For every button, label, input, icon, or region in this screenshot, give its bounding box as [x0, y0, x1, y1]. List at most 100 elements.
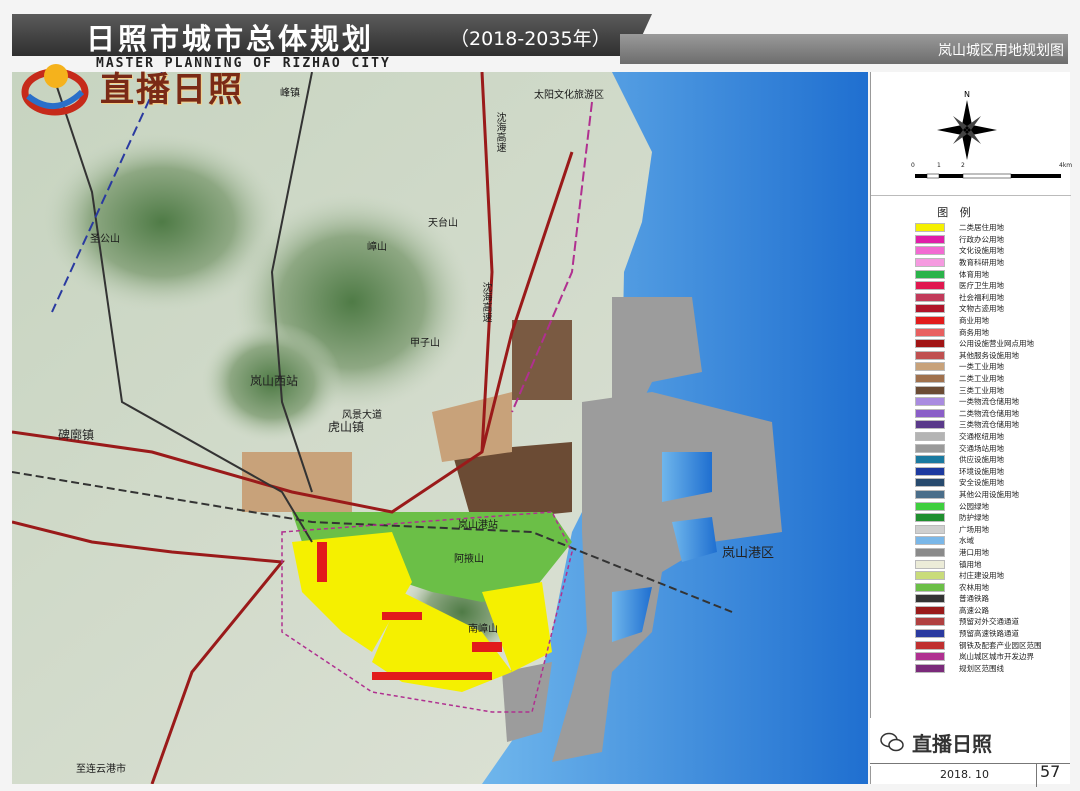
legend-item: 二类物流仓储用地: [915, 408, 1065, 420]
legend-swatch: [915, 281, 945, 291]
legend-label: 三类物流仓储用地: [959, 420, 1019, 430]
legend-swatch: [915, 246, 945, 256]
legend-swatch: [915, 663, 945, 673]
legend-swatch: [915, 559, 945, 569]
legend-label: 商务用地: [959, 327, 989, 337]
legend-label: 高速公路: [959, 605, 989, 615]
legend-label: 一类工业用地: [959, 362, 1004, 372]
label-lianyungang: 至连云港市: [76, 764, 126, 775]
legend-swatch: [915, 269, 945, 279]
legend-swatch: [915, 385, 945, 395]
legend-label: 交通枢纽用地: [959, 431, 1004, 441]
legend-label: 镇用地: [959, 559, 982, 569]
label-rong: 嶂山: [367, 242, 387, 253]
svg-text:N: N: [964, 90, 970, 99]
legend-item: 三类物流仓储用地: [915, 419, 1065, 431]
commercial-strip-coast: [372, 672, 492, 680]
label-afushan: 阿掖山: [454, 554, 484, 565]
legend-item: 农林用地: [915, 581, 1065, 593]
commercial-strip-2: [382, 612, 422, 620]
legend-swatch: [915, 571, 945, 581]
legend-item: 体育用地: [915, 268, 1065, 280]
label-top-town: 峰镇: [280, 88, 300, 99]
legend-label: 其他服务设施用地: [959, 350, 1019, 360]
legend-swatch: [915, 524, 945, 534]
legend-panel: N 0 1 2 4km 图 例 二类居住用地 行政办公用地 文化设施用地 教育科研用地…: [870, 72, 1072, 784]
legend-label: 防护绿地: [959, 513, 989, 523]
legend-swatch: [915, 316, 945, 326]
legend-item: 预留对外交通通道: [915, 616, 1065, 628]
legend-swatch: [915, 547, 945, 557]
legend-list: 二类居住用地 行政办公用地 文化设施用地 教育科研用地 体育用地 医疗卫生用地 社会福利用地…: [915, 222, 1065, 674]
legend-swatch: [915, 374, 945, 384]
logo-text: 直播日照: [100, 70, 244, 110]
legend-label: 公园绿地: [959, 501, 989, 511]
legend-swatch: [915, 617, 945, 627]
legend-label: 二类工业用地: [959, 374, 1004, 384]
land-use-map: 峰镇 太阳文化旅游区 沈海高速 沈海高速 天台山 圣公山 嶂山 甲子山 岚山西站…: [12, 72, 868, 784]
logo-icon: [21, 64, 89, 116]
legend-label: 三类工业用地: [959, 385, 1004, 395]
legend-item: 教育科研用地: [915, 257, 1065, 269]
legend-label: 医疗卫生用地: [959, 281, 1004, 291]
legend-label: 供应设施用地: [959, 455, 1004, 465]
legend-item: 规划区范围线: [915, 663, 1065, 675]
legend-label: 交通场站用地: [959, 443, 1004, 453]
legend-label: 商业用地: [959, 316, 989, 326]
legend-swatch: [915, 304, 945, 314]
map-subtitle: 岚山城区用地规划图: [938, 43, 1064, 59]
legend-label: 文物古迹用地: [959, 304, 1004, 314]
legend-item: 供应设施用地: [915, 454, 1065, 466]
legend-swatch: [915, 640, 945, 650]
label-beizhai-town: 碑廓镇: [58, 428, 95, 442]
legend-item: 二类工业用地: [915, 373, 1065, 385]
legend-label: 行政办公用地: [959, 234, 1004, 244]
title-years: （2018-2035年）: [450, 28, 611, 50]
legend-item: 钢铁及配套产业园区范围: [915, 639, 1065, 651]
legend-item: 水域: [915, 535, 1065, 547]
label-lanshan-west-station: 岚山西站: [250, 374, 299, 388]
legend-item: 村庄建设用地: [915, 570, 1065, 582]
legend-swatch: [915, 258, 945, 268]
legend-swatch: [915, 536, 945, 546]
legend-item: 商务用地: [915, 326, 1065, 338]
commercial-strip-1: [317, 542, 327, 582]
legend-swatch: [915, 605, 945, 615]
credit-watermark: 直播日照: [870, 718, 1070, 766]
legend-swatch: [915, 234, 945, 244]
legend-item: 一类工业用地: [915, 361, 1065, 373]
legend-label: 二类物流仓储用地: [959, 408, 1019, 418]
legend-label: 村庄建设用地: [959, 571, 1004, 581]
legend-item: 商业用地: [915, 315, 1065, 327]
legend-swatch: [915, 652, 945, 662]
legend-label: 预留对外交通通道: [959, 617, 1019, 627]
legend-item: 高速公路: [915, 605, 1065, 617]
legend-item: 文化设施用地: [915, 245, 1065, 257]
legend-label: 钢铁及配套产业园区范围: [959, 640, 1042, 650]
scale-bar: [915, 173, 1061, 179]
legend-item: 普通铁路: [915, 593, 1065, 605]
legend-item: 镇用地: [915, 558, 1065, 570]
legend-label: 社会福利用地: [959, 292, 1004, 302]
legend-item: 社会福利用地: [915, 292, 1065, 304]
label-shenhai-highway: 沈海高速: [494, 112, 505, 152]
legend-label: 普通铁路: [959, 594, 989, 604]
legend-swatch: [915, 327, 945, 337]
legend-item: 文物古迹用地: [915, 303, 1065, 315]
legend-label: 农林用地: [959, 582, 989, 592]
legend-swatch: [915, 489, 945, 499]
legend-swatch: [915, 350, 945, 360]
legend-label: 公用设施营业网点用地: [959, 339, 1034, 349]
legend-item: 安全设施用地: [915, 477, 1065, 489]
scale-label-0: 0: [911, 162, 915, 169]
legend-item: 环境设施用地: [915, 465, 1065, 477]
legend-title: 图 例: [937, 206, 975, 219]
label-zhisheng: 圣公山: [90, 234, 120, 245]
legend-label: 二类居住用地: [959, 223, 1004, 233]
label-taiyang: 太阳文化旅游区: [534, 90, 604, 101]
legend-label: 教育科研用地: [959, 258, 1004, 268]
legend-label: 预留高速铁路通道: [959, 629, 1019, 639]
legend-item: 其他公用设施用地: [915, 489, 1065, 501]
scale-label-2: 2: [961, 162, 965, 169]
footer-vdivider: [1036, 763, 1037, 787]
